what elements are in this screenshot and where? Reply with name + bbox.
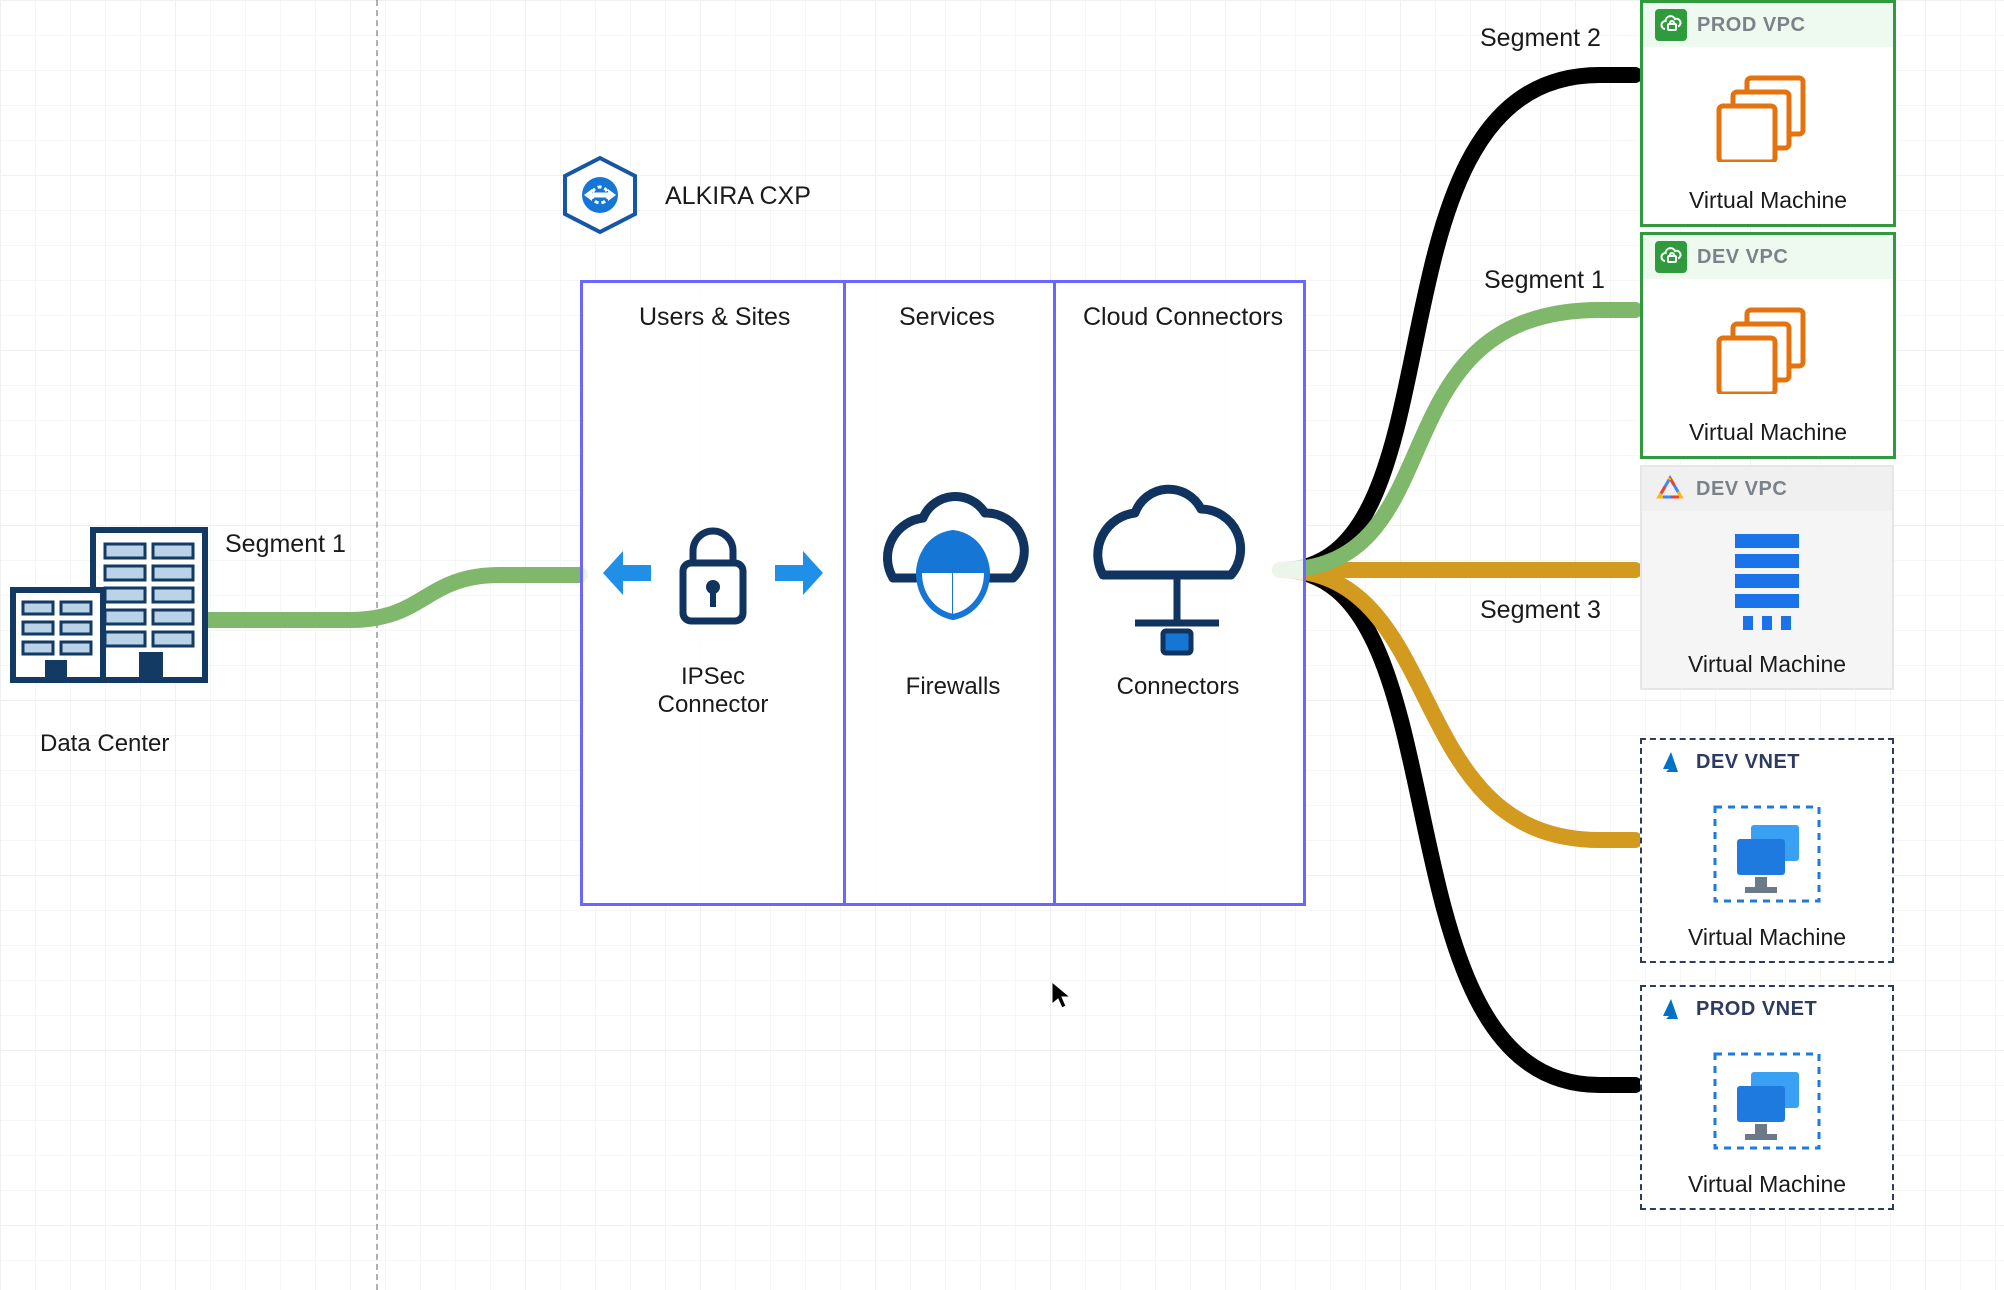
cxp-container[interactable]: Users & Sites Services Cloud Connectors … xyxy=(580,280,1306,906)
azure-vm-icon xyxy=(1707,1046,1827,1156)
cxp-col-connectors: Cloud Connectors xyxy=(1083,303,1283,332)
azure-icon xyxy=(1654,993,1686,1025)
tile-azure-dev[interactable]: DEV VNET Virtual Machine xyxy=(1640,738,1894,963)
alkira-logo-icon xyxy=(560,155,640,240)
tile-body xyxy=(1643,47,1893,187)
tile-aws-dev[interactable]: DEV VPC Virtual Machine xyxy=(1640,232,1896,459)
aws-cloud-icon xyxy=(1655,9,1687,41)
tile-aws-prod[interactable]: PROD VPC Virtual Machine xyxy=(1640,0,1896,227)
tile-title: DEV VPC xyxy=(1696,478,1787,501)
tile-body xyxy=(1642,1031,1892,1171)
tile-title: DEV VPC xyxy=(1697,246,1788,269)
cxp-divider-2 xyxy=(1053,283,1056,903)
tile-caption: Virtual Machine xyxy=(1643,187,1893,224)
cxp-col-users-sites: Users & Sites xyxy=(639,303,790,332)
tile-gcp-dev[interactable]: DEV VPC Virtual Machine xyxy=(1640,465,1894,690)
segment-1-left-label: Segment 1 xyxy=(225,530,346,559)
page-divider xyxy=(376,0,378,1290)
azure-vm-icon xyxy=(1707,799,1827,909)
connectors-label: Connectors xyxy=(1078,673,1278,701)
azure-icon xyxy=(1654,746,1686,778)
tile-title: DEV VNET xyxy=(1696,751,1800,774)
cxp-col-services: Services xyxy=(899,303,995,332)
tile-header: PROD VPC xyxy=(1643,3,1893,47)
firewalls-label: Firewalls xyxy=(853,673,1053,701)
segment-1-label: Segment 1 xyxy=(1484,266,1605,295)
gcp-icon xyxy=(1654,473,1686,505)
cursor-icon xyxy=(1050,980,1072,1010)
tile-caption: Virtual Machine xyxy=(1642,924,1892,961)
tile-caption: Virtual Machine xyxy=(1642,1171,1892,1208)
connectors-icon[interactable] xyxy=(1073,483,1283,678)
ec2-icon xyxy=(1713,72,1823,162)
tile-title: PROD VPC xyxy=(1697,14,1805,37)
tile-azure-prod[interactable]: PROD VNET Virtual Machine xyxy=(1640,985,1894,1210)
tile-caption: Virtual Machine xyxy=(1643,419,1893,456)
ipsec-label: IPSec Connector xyxy=(613,663,813,719)
tile-body xyxy=(1642,784,1892,924)
ec2-icon xyxy=(1713,304,1823,394)
tile-header: DEV VPC xyxy=(1643,235,1893,279)
data-center-label: Data Center xyxy=(40,730,169,758)
aws-cloud-icon xyxy=(1655,241,1687,273)
tile-body xyxy=(1642,511,1892,651)
cxp-divider-1 xyxy=(843,283,846,903)
diagram-title: ALKIRA CXP xyxy=(665,182,811,211)
tile-header: PROD VNET xyxy=(1642,987,1892,1031)
tile-caption: Virtual Machine xyxy=(1642,651,1892,688)
ipsec-connector-icon[interactable] xyxy=(603,503,823,658)
tile-header: DEV VPC xyxy=(1642,467,1892,511)
segment-3-label: Segment 3 xyxy=(1480,596,1601,625)
firewalls-icon[interactable] xyxy=(863,483,1043,658)
gce-icon xyxy=(1717,526,1817,636)
diagram-canvas[interactable]: ALKIRA CXP Users & Sites Services Cloud … xyxy=(0,0,2004,1290)
tile-header: DEV VNET xyxy=(1642,740,1892,784)
tile-title: PROD VNET xyxy=(1696,998,1817,1021)
tile-body xyxy=(1643,279,1893,419)
segment-2-label: Segment 2 xyxy=(1480,24,1601,53)
data-center-icon[interactable] xyxy=(5,520,215,695)
